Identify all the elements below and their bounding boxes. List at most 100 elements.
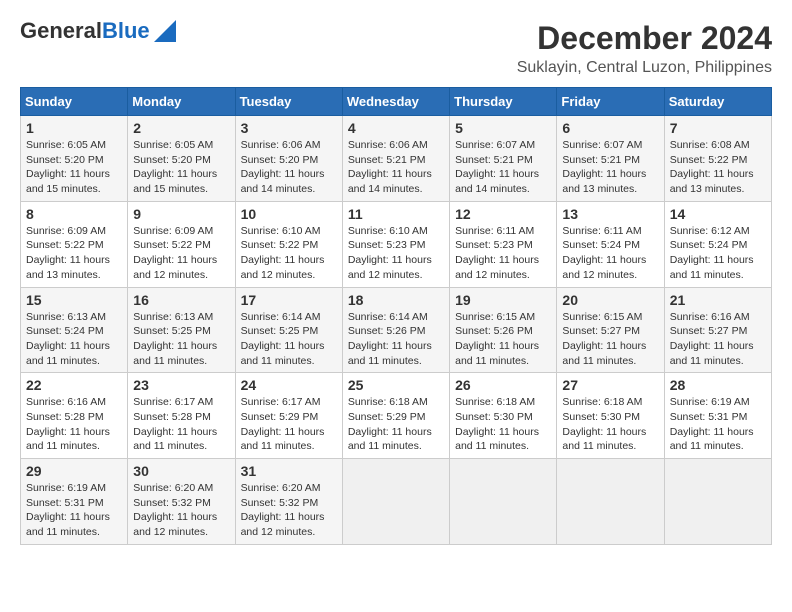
day-info: Sunrise: 6:16 AM Sunset: 5:27 PM Dayligh…	[670, 310, 766, 369]
day-info: Sunrise: 6:19 AM Sunset: 5:31 PM Dayligh…	[670, 395, 766, 454]
calendar-row: 1Sunrise: 6:05 AM Sunset: 5:20 PM Daylig…	[21, 116, 772, 202]
calendar-row: 22 Sunrise: 6:16 AM Sunset: 5:28 PM Dayli…	[21, 373, 772, 459]
calendar-title: December 2024	[517, 20, 772, 57]
calendar-cell: 15Sunrise: 6:13 AM Sunset: 5:24 PM Dayli…	[21, 287, 128, 373]
day-number: 12	[455, 206, 551, 222]
day-info: Sunrise: 6:13 AM Sunset: 5:25 PM Dayligh…	[133, 310, 229, 369]
day-number: 23	[133, 377, 229, 393]
day-number: 4	[348, 120, 444, 136]
calendar-cell: 12 Sunrise: 6:11 AM Sunset: 5:23 PM Dayli…	[450, 201, 557, 287]
header-sunday: Sunday	[21, 88, 128, 116]
day-info: Sunrise: 6:10 AM Sunset: 5:22 PM Dayligh…	[241, 224, 337, 283]
title-section: December 2024 Suklayin, Central Luzon, P…	[517, 20, 772, 77]
calendar-cell: 26 Sunrise: 6:18 AM Sunset: 5:30 PM Dayli…	[450, 373, 557, 459]
day-number: 20	[562, 292, 658, 308]
logo-general: General	[20, 18, 102, 43]
day-number: 8	[26, 206, 122, 222]
calendar-cell: 27 Sunrise: 6:18 AM Sunset: 5:30 PM Dayli…	[557, 373, 664, 459]
day-info: Sunrise: 6:15 AM Sunset: 5:26 PM Dayligh…	[455, 310, 551, 369]
day-info: Sunrise: 6:12 AM Sunset: 5:24 PM Dayligh…	[670, 224, 766, 283]
day-info: Sunrise: 6:17 AM Sunset: 5:29 PM Dayligh…	[241, 395, 337, 454]
header-friday: Friday	[557, 88, 664, 116]
page-header: GeneralBlue December 2024 Suklayin, Cent…	[20, 20, 772, 77]
calendar-cell: 25 Sunrise: 6:18 AM Sunset: 5:29 PM Dayli…	[342, 373, 449, 459]
calendar-cell: 7Sunrise: 6:08 AM Sunset: 5:22 PM Daylig…	[664, 116, 771, 202]
day-number: 7	[670, 120, 766, 136]
calendar-cell	[664, 459, 771, 545]
day-info: Sunrise: 6:06 AM Sunset: 5:21 PM Dayligh…	[348, 138, 444, 197]
calendar-cell: 5 Sunrise: 6:07 AM Sunset: 5:21 PM Daylig…	[450, 116, 557, 202]
day-info: Sunrise: 6:06 AM Sunset: 5:20 PM Dayligh…	[241, 138, 337, 197]
header-wednesday: Wednesday	[342, 88, 449, 116]
day-number: 10	[241, 206, 337, 222]
day-number: 1	[26, 120, 122, 136]
calendar-cell: 17Sunrise: 6:14 AM Sunset: 5:25 PM Dayli…	[235, 287, 342, 373]
day-number: 19	[455, 292, 551, 308]
day-number: 30	[133, 463, 229, 479]
calendar-cell	[450, 459, 557, 545]
calendar-cell: 30 Sunrise: 6:20 AM Sunset: 5:32 PM Dayli…	[128, 459, 235, 545]
header-tuesday: Tuesday	[235, 88, 342, 116]
day-number: 3	[241, 120, 337, 136]
calendar-cell: 22 Sunrise: 6:16 AM Sunset: 5:28 PM Dayli…	[21, 373, 128, 459]
calendar-body: 1Sunrise: 6:05 AM Sunset: 5:20 PM Daylig…	[21, 116, 772, 545]
calendar-cell: 10 Sunrise: 6:10 AM Sunset: 5:22 PM Dayli…	[235, 201, 342, 287]
day-number: 16	[133, 292, 229, 308]
calendar-cell: 6 Sunrise: 6:07 AM Sunset: 5:21 PM Daylig…	[557, 116, 664, 202]
day-info: Sunrise: 6:15 AM Sunset: 5:27 PM Dayligh…	[562, 310, 658, 369]
calendar-cell: 1Sunrise: 6:05 AM Sunset: 5:20 PM Daylig…	[21, 116, 128, 202]
day-number: 13	[562, 206, 658, 222]
calendar-cell: 13 Sunrise: 6:11 AM Sunset: 5:24 PM Dayli…	[557, 201, 664, 287]
day-number: 22	[26, 377, 122, 393]
calendar-cell: 14Sunrise: 6:12 AM Sunset: 5:24 PM Dayli…	[664, 201, 771, 287]
header-saturday: Saturday	[664, 88, 771, 116]
calendar-row: 8 Sunrise: 6:09 AM Sunset: 5:22 PM Daylig…	[21, 201, 772, 287]
day-info: Sunrise: 6:10 AM Sunset: 5:23 PM Dayligh…	[348, 224, 444, 283]
logo-icon	[154, 20, 176, 42]
calendar-cell: 9Sunrise: 6:09 AM Sunset: 5:22 PM Daylig…	[128, 201, 235, 287]
calendar-cell: 29 Sunrise: 6:19 AM Sunset: 5:31 PM Dayli…	[21, 459, 128, 545]
day-info: Sunrise: 6:19 AM Sunset: 5:31 PM Dayligh…	[26, 481, 122, 540]
calendar-cell: 8 Sunrise: 6:09 AM Sunset: 5:22 PM Daylig…	[21, 201, 128, 287]
day-info: Sunrise: 6:14 AM Sunset: 5:26 PM Dayligh…	[348, 310, 444, 369]
day-info: Sunrise: 6:16 AM Sunset: 5:28 PM Dayligh…	[26, 395, 122, 454]
day-info: Sunrise: 6:09 AM Sunset: 5:22 PM Dayligh…	[26, 224, 122, 283]
logo-blue: Blue	[102, 18, 150, 43]
day-info: Sunrise: 6:14 AM Sunset: 5:25 PM Dayligh…	[241, 310, 337, 369]
calendar-cell: 18Sunrise: 6:14 AM Sunset: 5:26 PM Dayli…	[342, 287, 449, 373]
calendar-cell: 4 Sunrise: 6:06 AM Sunset: 5:21 PM Daylig…	[342, 116, 449, 202]
calendar-cell: 2Sunrise: 6:05 AM Sunset: 5:20 PM Daylig…	[128, 116, 235, 202]
day-number: 5	[455, 120, 551, 136]
calendar-cell: 24 Sunrise: 6:17 AM Sunset: 5:29 PM Dayli…	[235, 373, 342, 459]
day-info: Sunrise: 6:20 AM Sunset: 5:32 PM Dayligh…	[133, 481, 229, 540]
day-number: 26	[455, 377, 551, 393]
calendar-cell	[342, 459, 449, 545]
day-info: Sunrise: 6:17 AM Sunset: 5:28 PM Dayligh…	[133, 395, 229, 454]
day-number: 27	[562, 377, 658, 393]
calendar-cell: 19 Sunrise: 6:15 AM Sunset: 5:26 PM Dayli…	[450, 287, 557, 373]
day-number: 24	[241, 377, 337, 393]
calendar-header: Sunday Monday Tuesday Wednesday Thursday…	[21, 88, 772, 116]
day-number: 11	[348, 206, 444, 222]
day-number: 6	[562, 120, 658, 136]
day-info: Sunrise: 6:18 AM Sunset: 5:30 PM Dayligh…	[562, 395, 658, 454]
day-info: Sunrise: 6:11 AM Sunset: 5:24 PM Dayligh…	[562, 224, 658, 283]
day-info: Sunrise: 6:13 AM Sunset: 5:24 PM Dayligh…	[26, 310, 122, 369]
day-info: Sunrise: 6:07 AM Sunset: 5:21 PM Dayligh…	[455, 138, 551, 197]
header-thursday: Thursday	[450, 88, 557, 116]
day-number: 29	[26, 463, 122, 479]
header-row: Sunday Monday Tuesday Wednesday Thursday…	[21, 88, 772, 116]
day-info: Sunrise: 6:18 AM Sunset: 5:30 PM Dayligh…	[455, 395, 551, 454]
day-info: Sunrise: 6:09 AM Sunset: 5:22 PM Dayligh…	[133, 224, 229, 283]
day-info: Sunrise: 6:18 AM Sunset: 5:29 PM Dayligh…	[348, 395, 444, 454]
calendar-row: 29 Sunrise: 6:19 AM Sunset: 5:31 PM Dayli…	[21, 459, 772, 545]
calendar-cell: 31Sunrise: 6:20 AM Sunset: 5:32 PM Dayli…	[235, 459, 342, 545]
calendar-cell: 11 Sunrise: 6:10 AM Sunset: 5:23 PM Dayli…	[342, 201, 449, 287]
day-info: Sunrise: 6:11 AM Sunset: 5:23 PM Dayligh…	[455, 224, 551, 283]
day-number: 25	[348, 377, 444, 393]
day-number: 2	[133, 120, 229, 136]
day-info: Sunrise: 6:07 AM Sunset: 5:21 PM Dayligh…	[562, 138, 658, 197]
calendar-row: 15Sunrise: 6:13 AM Sunset: 5:24 PM Dayli…	[21, 287, 772, 373]
day-number: 31	[241, 463, 337, 479]
logo: GeneralBlue	[20, 20, 176, 42]
